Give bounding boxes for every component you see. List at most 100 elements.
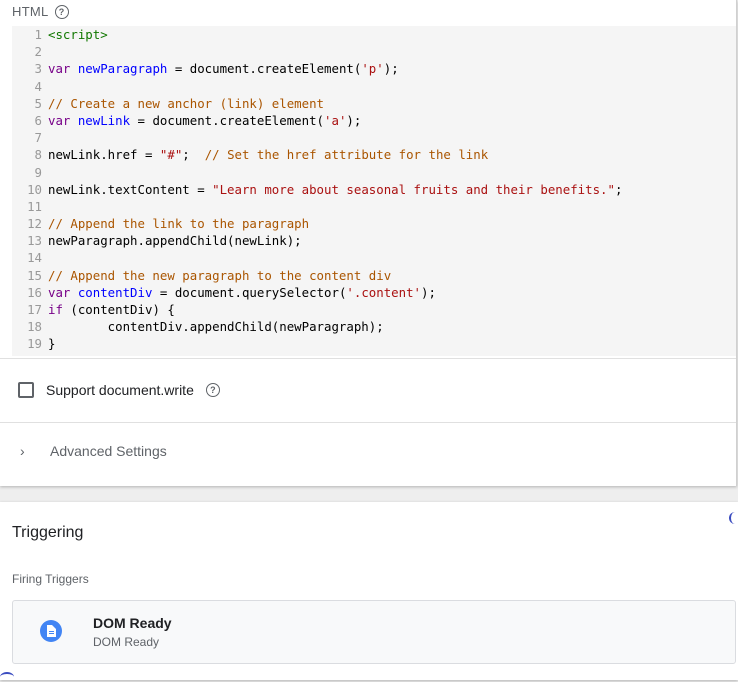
html-label-text: HTML: [12, 4, 49, 19]
code-line[interactable]: 19}: [12, 335, 736, 352]
code-line[interactable]: 18 contentDiv.appendChild(newParagraph);: [12, 318, 736, 335]
chevron-right-icon: ›: [20, 443, 25, 459]
tag-configuration-card: HTML ? 1 <script> 2 3 var newParagraph = doc…: [0, 0, 737, 486]
code-line[interactable]: 2: [12, 43, 736, 60]
code-text: // Append the new paragraph to the conte…: [46, 267, 391, 284]
line-number: 15: [27, 267, 42, 283]
line-number: 13: [27, 233, 42, 249]
code-text: // Append the link to the paragraph: [46, 215, 309, 232]
divider: [0, 422, 736, 423]
code-line[interactable]: 11: [12, 198, 736, 215]
code-token: 'p': [361, 61, 384, 77]
triggering-title: Triggering: [12, 524, 84, 541]
code-text: newParagraph.appendChild(newLink);: [46, 232, 302, 249]
code-token: );: [346, 112, 362, 128]
code-token: );: [383, 61, 399, 77]
line-number: 2: [34, 44, 42, 60]
code-token: (contentDiv) {: [62, 302, 175, 317]
trigger-type: DOM Ready: [93, 635, 160, 649]
code-line[interactable]: 12 // Append the link to the paragraph: [12, 215, 736, 232]
code-line[interactable]: 1 <script>: [12, 26, 736, 43]
line-number: 7: [34, 130, 42, 146]
line-number: 14: [27, 250, 42, 266]
code-token: newLink.href =: [48, 147, 160, 163]
code-line[interactable]: 7: [12, 129, 736, 146]
decorative-arc: [729, 512, 738, 524]
code-token: // Append the link to the paragraph: [48, 216, 310, 232]
code-token: ;: [614, 181, 623, 197]
line-number: 5: [34, 95, 42, 111]
code-token: '.content': [346, 284, 422, 300]
html-section-label: HTML ?: [12, 4, 69, 19]
code-line[interactable]: 6 var newLink = document.createElement('a…: [12, 112, 736, 129]
code-line[interactable]: 13 newParagraph.appendChild(newLink);: [12, 232, 736, 249]
code-line[interactable]: 8 newLink.href = "#"; // Set the href att…: [12, 146, 736, 163]
help-icon[interactable]: ?: [54, 4, 69, 19]
code-line[interactable]: 10 newLink.textContent = "Learn more abou…: [12, 181, 736, 198]
code-token: var: [48, 61, 78, 77]
code-token: );: [421, 284, 436, 300]
trigger-name: DOM Ready: [93, 615, 172, 631]
line-number: 3: [34, 61, 42, 77]
code-token: = document.createElement(: [130, 112, 325, 128]
code-line[interactable]: 5 // Create a new anchor (link) element: [12, 95, 736, 112]
code-token: "#": [159, 147, 183, 163]
line-number: 9: [34, 164, 42, 180]
advanced-settings-toggle[interactable]: › Advanced Settings: [20, 443, 167, 459]
trigger-item-dom-ready[interactable]: DOM Ready DOM Ready: [12, 600, 736, 664]
line-number: 11: [27, 198, 42, 214]
code-token: var: [48, 112, 78, 128]
support-document-write-label: Support document.write: [46, 382, 194, 398]
code-text: newLink.href = "#"; // Set the href attr…: [46, 146, 488, 163]
line-number: 4: [34, 78, 42, 94]
code-text: var newLink = document.createElement('a'…: [46, 112, 361, 129]
help-icon[interactable]: ?: [205, 383, 220, 397]
document-icon: [40, 620, 62, 642]
triggering-card: Triggering Firing Triggers DOM Ready DOM…: [0, 502, 738, 680]
code-token: newLink: [77, 112, 131, 128]
code-line[interactable]: 16 var contentDiv = document.querySelecto…: [12, 284, 736, 301]
line-number: 10: [27, 181, 42, 197]
code-token: = document.querySelector(: [152, 284, 347, 300]
code-text: var contentDiv = document.querySelector(…: [46, 284, 436, 301]
code-text: contentDiv.appendChild(newParagraph);: [46, 318, 384, 335]
code-text: // Create a new anchor (link) element: [46, 95, 324, 112]
line-number: 1: [34, 27, 42, 42]
code-line[interactable]: 4: [12, 78, 736, 95]
code-text: if (contentDiv) {: [46, 301, 175, 318]
advanced-settings-label: Advanced Settings: [50, 443, 167, 459]
code-line[interactable]: 15 // Append the new paragraph to the con…: [12, 267, 736, 284]
code-token: // Create a new anchor (link) element: [48, 95, 325, 111]
code-token: contentDiv.appendChild(newParagraph);: [48, 319, 384, 335]
code-token: newLink.textContent =: [48, 181, 213, 197]
divider: [0, 358, 736, 359]
line-number: 8: [34, 147, 42, 163]
line-number: 17: [27, 302, 42, 317]
decorative-arc: [0, 672, 14, 682]
code-token: }: [48, 336, 56, 352]
code-line[interactable]: 17 if (contentDiv) {: [12, 301, 736, 318]
code-token: <script>: [48, 27, 108, 42]
support-document-write-checkbox[interactable]: Support document.write ?: [18, 382, 220, 398]
code-text: newLink.textContent = "Learn more about …: [46, 181, 622, 198]
line-number: 16: [27, 284, 42, 300]
code-line[interactable]: 3 var newParagraph = document.createEleme…: [12, 60, 736, 77]
line-number: 18: [27, 319, 42, 335]
code-editor[interactable]: 1 <script> 2 3 var newParagraph = document.c…: [12, 26, 736, 356]
code-token: newParagraph.appendChild(newLink);: [48, 233, 302, 249]
code-token: // Set the href attribute for the link: [204, 147, 489, 163]
line-number: 19: [27, 336, 42, 352]
code-token: 'a': [324, 112, 347, 128]
code-token: ;: [182, 147, 205, 163]
code-token: // Append the new paragraph to the conte…: [48, 267, 392, 283]
code-token: if: [48, 302, 63, 317]
code-line[interactable]: 9: [12, 164, 736, 181]
line-number: 6: [34, 112, 42, 128]
code-token: = document.createElement(: [167, 61, 362, 77]
code-token: contentDiv: [77, 284, 153, 300]
code-token: var: [48, 284, 78, 300]
checkbox-box[interactable]: [18, 382, 34, 398]
code-text: var newParagraph = document.createElemen…: [46, 60, 399, 77]
code-line[interactable]: 14: [12, 249, 736, 266]
firing-triggers-label: Firing Triggers: [12, 572, 89, 586]
